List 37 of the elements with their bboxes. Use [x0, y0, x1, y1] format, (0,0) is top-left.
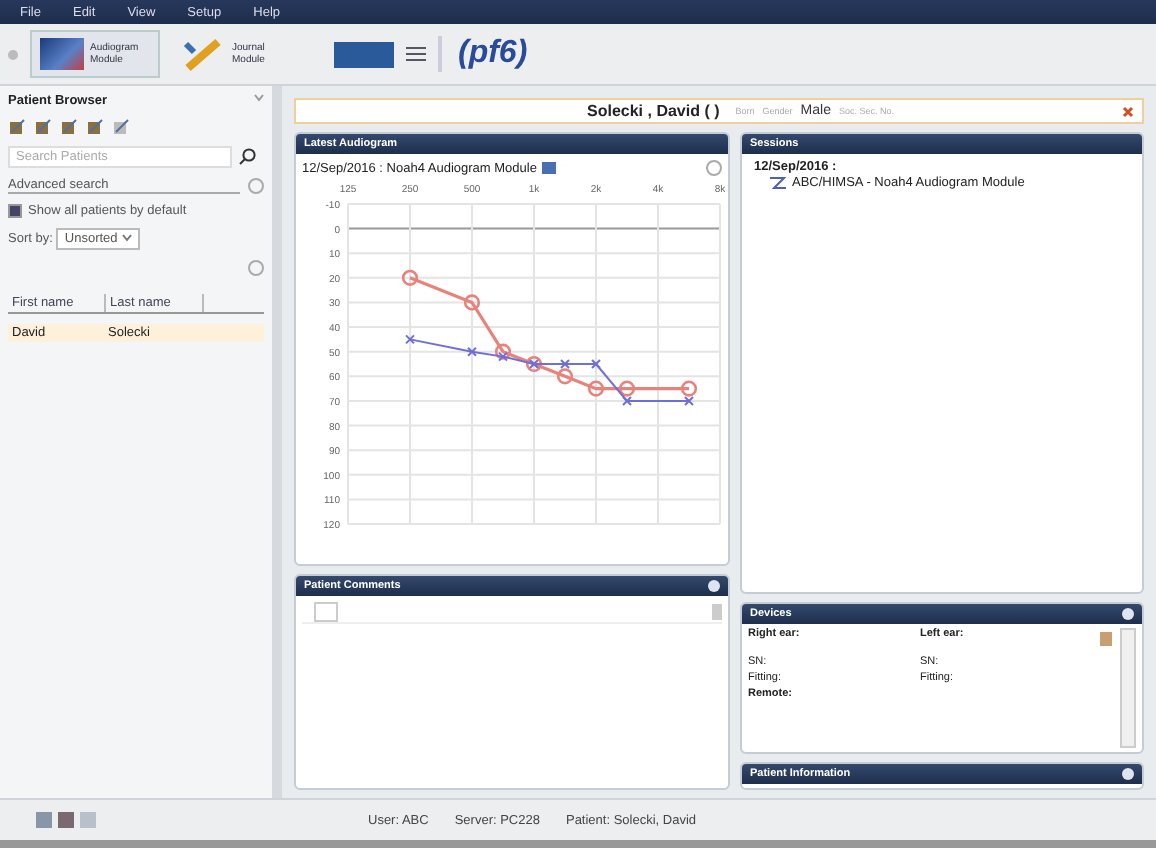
pencil-icon	[182, 36, 226, 72]
circle-marker	[587, 380, 605, 397]
circle-marker	[494, 343, 512, 360]
checkbox[interactable]	[8, 204, 22, 218]
patient-tool-icon[interactable]	[112, 118, 130, 136]
expand-icon[interactable]	[1122, 608, 1134, 620]
scrollbar	[1120, 628, 1136, 748]
circle-marker	[463, 294, 481, 311]
chart-icon	[542, 162, 557, 174]
patient-tool-icon[interactable]	[60, 118, 78, 136]
cross-marker	[622, 395, 632, 406]
patient-tool-icon[interactable]	[34, 118, 52, 136]
cross-marker	[591, 359, 601, 369]
patient-tool-icon[interactable]	[8, 118, 26, 136]
caret-icon[interactable]	[254, 94, 264, 102]
cross-marker	[405, 334, 415, 345]
expand-icon[interactable]	[1122, 768, 1134, 780]
cross-marker	[684, 395, 694, 406]
expand-icon[interactable]	[708, 580, 720, 592]
caret-icon[interactable]	[121, 234, 132, 242]
cross-marker	[529, 359, 539, 369]
cross-marker	[467, 346, 477, 357]
close-icon[interactable]	[1122, 105, 1134, 117]
audiogram-thumbnail-icon	[40, 38, 84, 70]
circle-marker	[401, 269, 419, 286]
search-icon	[238, 148, 256, 166]
cross-marker	[498, 351, 508, 362]
circle-marker	[525, 355, 543, 373]
circle-marker	[618, 380, 636, 397]
scrollbar	[712, 604, 722, 620]
cross-marker	[560, 359, 570, 369]
logo-text[interactable]: (pf6)	[438, 36, 544, 72]
logo-icon	[334, 41, 394, 67]
patient-tool-icon[interactable]	[86, 118, 104, 136]
circle-marker	[680, 380, 698, 397]
circle-marker	[556, 368, 574, 385]
list-icon	[406, 44, 426, 64]
